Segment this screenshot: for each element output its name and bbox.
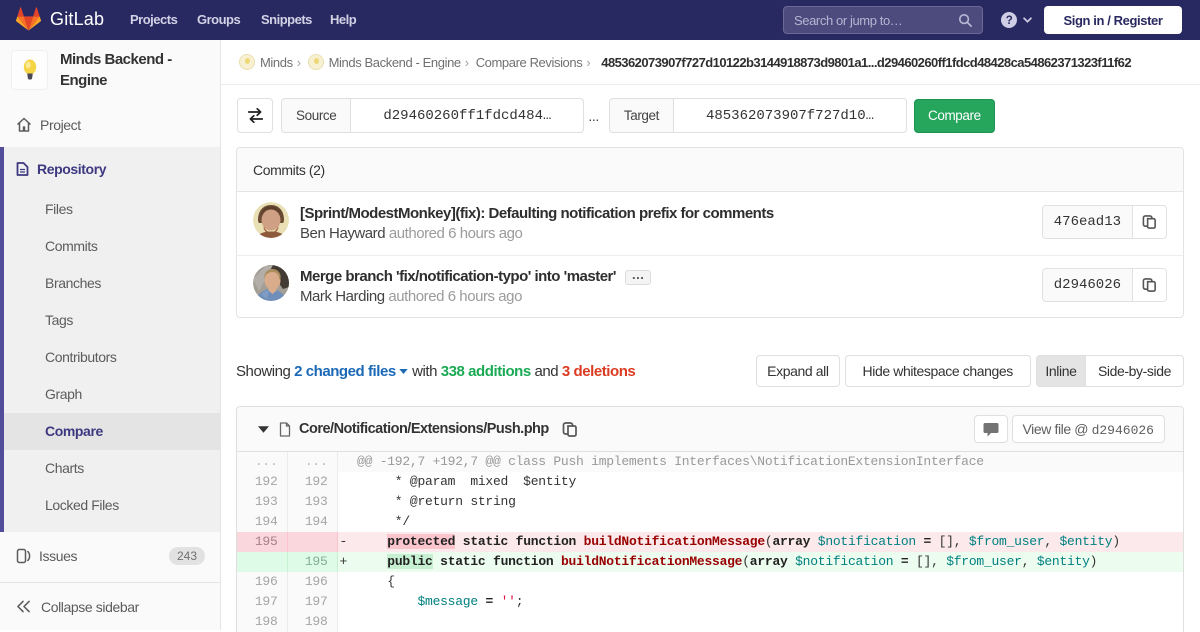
svg-text:?: ? — [1006, 15, 1013, 27]
